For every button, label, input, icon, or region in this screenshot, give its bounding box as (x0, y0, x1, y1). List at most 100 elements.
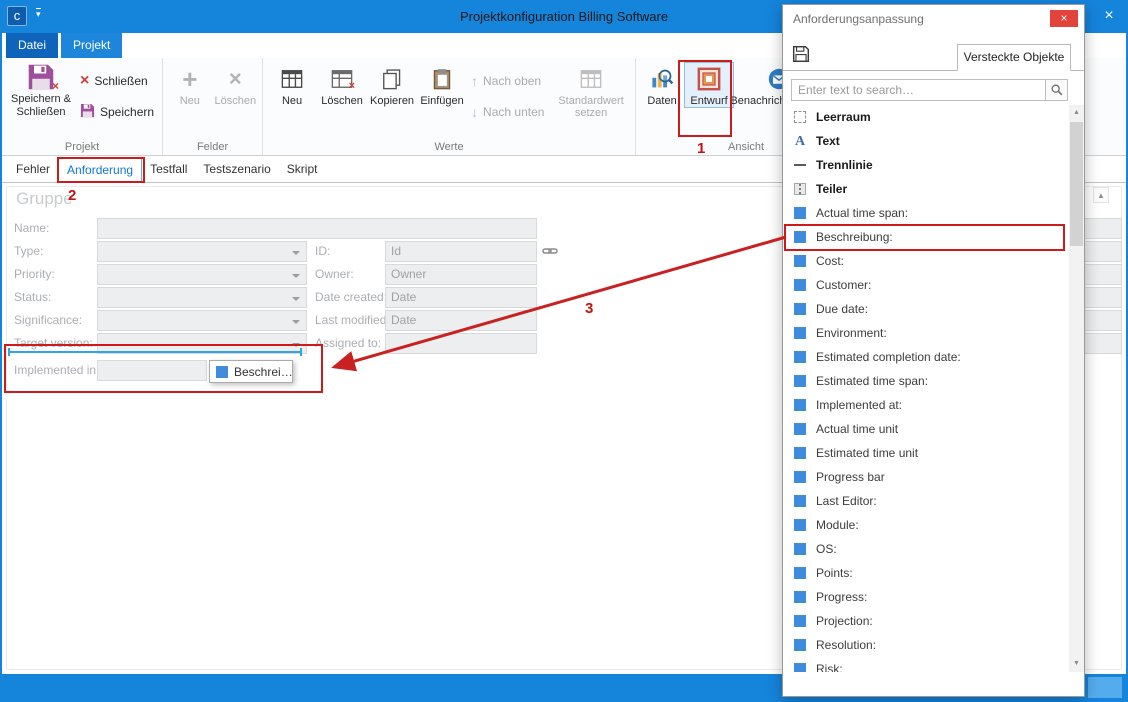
separator-line-icon (793, 159, 807, 171)
assigned-to-label: Assigned to: (315, 336, 381, 350)
link-icon[interactable] (542, 243, 558, 262)
list-item[interactable]: Customer: (783, 273, 1068, 297)
field-icon (793, 495, 807, 507)
field-icon (793, 639, 807, 651)
copy-icon (381, 66, 403, 92)
list-item[interactable]: Environment: (783, 321, 1068, 345)
list-item[interactable]: Actual time span: (783, 201, 1068, 225)
ribbon-group-felder: + Neu × Löschen Felder (163, 58, 263, 155)
tab-fehler[interactable]: Fehler (8, 157, 58, 182)
list-item-teiler[interactable]: Teiler (783, 177, 1068, 201)
list-item[interactable]: Implemented at: (783, 393, 1068, 417)
search-input[interactable] (792, 80, 1045, 100)
paste-icon (431, 66, 453, 92)
resize-grip (1088, 677, 1122, 698)
group-header: Gruppe (16, 189, 73, 209)
application-window: c ▾ Projektkonfiguration Billing Softwar… (0, 0, 1128, 702)
scroll-down-icon[interactable]: ▼ (1069, 656, 1084, 672)
tab-testfall[interactable]: Testfall (142, 157, 195, 182)
search-button[interactable] (1045, 80, 1067, 100)
list-item[interactable]: Estimated time unit (783, 441, 1068, 465)
status-dropdown[interactable] (97, 287, 307, 308)
delete-x-icon: × (349, 81, 355, 92)
list-item[interactable]: Last Editor: (783, 489, 1068, 513)
save-button[interactable]: Speichern (76, 101, 158, 123)
nach-unten-button: ↓ Nach unten (467, 101, 551, 123)
list-item[interactable]: Points: (783, 561, 1068, 585)
ribbon-tab-datei[interactable]: Datei (6, 33, 58, 58)
save-close-button[interactable]: × Speichern & Schließen (6, 62, 76, 119)
list-item[interactable]: Module: (783, 513, 1068, 537)
daten-label: Daten (647, 95, 676, 107)
owner-input[interactable]: Owner (385, 264, 537, 285)
list-item[interactable]: Projection: (783, 609, 1068, 633)
field-icon (793, 663, 807, 672)
delete-icon: × (229, 66, 242, 92)
list-item-text[interactable]: AText (783, 129, 1068, 153)
date-created-input[interactable]: Date (385, 287, 537, 308)
ribbon-tab-projekt[interactable]: Projekt (61, 33, 122, 58)
scroll-up-icon[interactable]: ▲ (1093, 187, 1109, 203)
list-item[interactable]: Progress: (783, 585, 1068, 609)
field-icon (793, 591, 807, 603)
type-dropdown[interactable] (97, 241, 307, 262)
einfuegen-button[interactable]: Einfügen (417, 62, 467, 107)
werte-loeschen-button[interactable]: × Löschen (317, 62, 367, 107)
list-item[interactable]: Due date: (783, 297, 1068, 321)
significance-label: Significance: (14, 313, 82, 327)
list-item[interactable]: Resolution: (783, 633, 1068, 657)
tab-skript[interactable]: Skript (279, 157, 326, 182)
save-layout-icon[interactable] (792, 45, 810, 63)
list-item[interactable]: Cost: (783, 249, 1068, 273)
date-created-label: Date created: (315, 290, 387, 304)
list-item-trennlinie[interactable]: Trennlinie (783, 153, 1068, 177)
nach-unten-label: Nach unten (483, 105, 544, 119)
list-item[interactable]: Actual time unit (783, 417, 1068, 441)
save-icon (80, 103, 95, 121)
customization-close-button[interactable]: × (1050, 10, 1078, 27)
close-project-button[interactable]: × Schließen (76, 70, 158, 92)
default-value-icon (580, 66, 602, 92)
list-item[interactable]: Progress bar (783, 465, 1068, 489)
up-arrow-icon: ↑ (471, 74, 478, 88)
list-item[interactable]: Risk: (783, 657, 1068, 672)
field-icon (793, 303, 807, 315)
last-modified-label: Last modified: (315, 313, 390, 327)
list-item[interactable]: OS: (783, 537, 1068, 561)
last-modified-input[interactable]: Date (385, 310, 537, 331)
annotation-box-anforderung (57, 157, 145, 183)
werte-neu-button[interactable]: Neu (267, 62, 317, 107)
empty-space-icon (793, 111, 807, 123)
field-icon (793, 207, 807, 219)
significance-dropdown[interactable] (97, 310, 307, 331)
splitter-icon (793, 183, 807, 195)
scroll-up-icon[interactable]: ▲ (1069, 105, 1084, 121)
tab-versteckte-objekte[interactable]: Versteckte Objekte (957, 44, 1071, 71)
list-item[interactable]: Estimated time span: (783, 369, 1068, 393)
list-item-leerraum[interactable]: Leerraum (783, 105, 1068, 129)
felder-loeschen-label: Löschen (215, 95, 257, 107)
save-close-icon: × (27, 64, 55, 90)
assigned-to-input[interactable] (385, 333, 537, 354)
tab-testszenario[interactable]: Testszenario (195, 157, 278, 182)
kopieren-button[interactable]: Kopieren (367, 62, 417, 107)
annotation-box-entwurf (678, 60, 732, 137)
window-close-button[interactable]: × (1098, 6, 1120, 26)
field-icon (793, 351, 807, 363)
table-delete-icon: × (331, 66, 353, 92)
group-label-werte: Werte (263, 141, 635, 153)
annotation-box-drop-target (4, 344, 323, 393)
table-new-icon (281, 66, 303, 92)
field-icon (793, 447, 807, 459)
list-scrollbar[interactable]: ▲ ▼ (1069, 105, 1084, 672)
scrollbar-thumb[interactable] (1070, 122, 1083, 246)
name-input[interactable] (97, 218, 537, 239)
id-input[interactable]: Id (385, 241, 537, 262)
field-icon (793, 543, 807, 555)
field-icon (793, 567, 807, 579)
close-badge-icon: × (52, 80, 59, 92)
priority-dropdown[interactable] (97, 264, 307, 285)
felder-loeschen-button: × Löschen (213, 62, 259, 107)
list-item[interactable]: Estimated completion date: (783, 345, 1068, 369)
werte-loeschen-label: Löschen (321, 95, 363, 107)
